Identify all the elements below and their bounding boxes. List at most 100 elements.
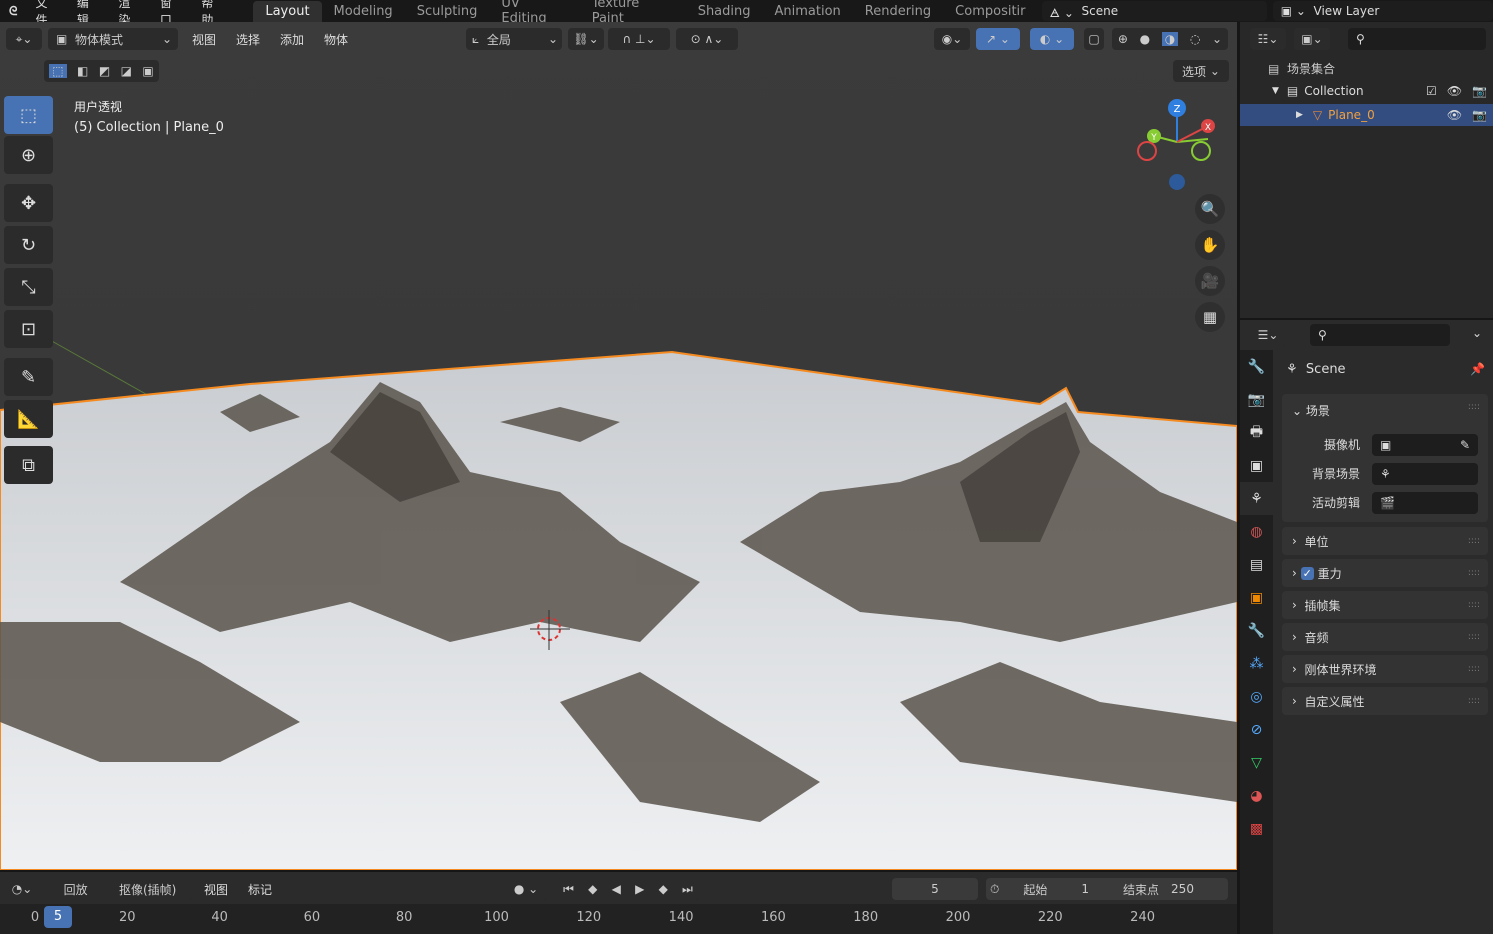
particles-tab-icon[interactable]: ⁂ (1240, 647, 1273, 680)
playhead[interactable]: 5 (44, 906, 72, 928)
render-tab-icon[interactable]: 📷 (1240, 383, 1273, 416)
filter-button[interactable]: ▣⌄ (1294, 28, 1330, 50)
stopwatch-icon[interactable]: ⏱ (990, 882, 999, 897)
jump-end-icon[interactable]: ⏭ (682, 882, 693, 897)
output-tab-icon[interactable]: 🖶 (1240, 416, 1273, 449)
material-preview-icon[interactable]: ◑ (1161, 32, 1179, 46)
pin-icon[interactable]: 📌 (1470, 362, 1485, 376)
panel-rigid-body-world[interactable]: › 刚体世界环境:::: (1282, 655, 1488, 683)
prev-keyframe-icon[interactable]: ◆ (588, 882, 597, 896)
current-frame-field[interactable]: 5 (892, 878, 978, 900)
active-clip-field[interactable]: 🎬 (1372, 492, 1478, 514)
tool-cursor[interactable]: ⊕ (4, 136, 53, 174)
drag-grip-icon[interactable]: :::: (1468, 536, 1480, 546)
overlay-toggle[interactable]: ◐ ⌄ (1030, 28, 1074, 50)
transform-orientation-dropdown[interactable]: ⟀ 全局 ⌄ (466, 28, 562, 50)
navigation-gizmo[interactable]: Z X Y (1132, 94, 1222, 194)
options-dropdown[interactable]: 选项 ⌄ (1173, 60, 1229, 82)
menu-object[interactable]: 物体 (324, 31, 348, 48)
panel-keying-sets[interactable]: › 插帧集:::: (1282, 591, 1488, 619)
tool-add-cube[interactable]: ⧉ (4, 446, 53, 484)
expand-arrow-icon[interactable]: ▶ (1296, 110, 1303, 120)
start-value[interactable]: 1 (1081, 882, 1089, 896)
outliner-search[interactable]: ⚲ (1348, 28, 1486, 50)
drag-grip-icon[interactable]: :::: (1468, 568, 1480, 578)
object-tab-icon[interactable]: ▣ (1240, 581, 1273, 614)
timeline-editor-type[interactable]: ◔⌄ (4, 878, 40, 900)
ortho-grid-icon[interactable]: ▦ (1195, 302, 1225, 332)
play-icon[interactable]: ▶ (635, 882, 644, 896)
tab-sculpting[interactable]: Sculpting (405, 1, 490, 22)
visibility-button[interactable]: ◉⌄ (934, 28, 970, 50)
end-value[interactable]: 250 (1171, 882, 1194, 896)
constraints-tab-icon[interactable]: ⊘ (1240, 713, 1273, 746)
select-new-icon[interactable]: ⬚ (49, 64, 67, 78)
tool-measure[interactable]: 📐 (4, 400, 53, 438)
next-keyframe-icon[interactable]: ◆ (659, 882, 668, 896)
jump-start-icon[interactable]: ⏮ (563, 882, 574, 897)
camera-render-icon[interactable]: 📷 (1472, 108, 1487, 122)
select-subtract-icon[interactable]: ◩ (99, 64, 110, 78)
3d-viewport[interactable]: ⌖⌄ ▣ 物体模式 ⌄ 视图 选择 添加 物体 ⟀ 全局 ⌄ ⛓⌄ ∩ ⊥⌄ ⊙ ∧… (0, 22, 1237, 870)
modifier-tab-icon[interactable]: 🔧 (1240, 614, 1273, 647)
select-intersect-icon[interactable]: ▣ (142, 64, 153, 78)
tab-modeling[interactable]: Modeling (322, 1, 405, 22)
properties-search[interactable]: ⚲ (1310, 324, 1450, 346)
wireframe-icon[interactable]: ⊕ (1118, 32, 1128, 46)
pan-hand-icon[interactable]: ✋ (1195, 230, 1225, 260)
pivot-button[interactable]: ⛓⌄ (568, 28, 604, 50)
proportional-edit-button[interactable]: ⊙ ∧⌄ (676, 28, 738, 50)
camera-view-icon[interactable]: 🎥 (1195, 266, 1225, 296)
tool-rotate[interactable]: ↻ (4, 226, 53, 264)
tab-layout[interactable]: Layout (253, 0, 322, 22)
selection-mode-buttons[interactable]: ⬚ ◧ ◩ ◪ ▣ (44, 60, 159, 82)
rendered-icon[interactable]: ◌ (1190, 32, 1200, 46)
material-tab-icon[interactable]: ◕ (1240, 779, 1273, 812)
texture-tab-icon[interactable]: ▩ (1240, 812, 1273, 845)
snap-button[interactable]: ∩ ⊥⌄ (608, 28, 670, 50)
select-invert-icon[interactable]: ◪ (121, 64, 132, 78)
tab-animation[interactable]: Animation (763, 1, 853, 22)
chevron-down-icon[interactable]: ⌄ (1212, 32, 1222, 46)
eye-icon[interactable]: 👁 (1447, 84, 1462, 98)
xray-toggle[interactable]: ▢ (1084, 28, 1104, 50)
panel-units[interactable]: › 单位:::: (1282, 527, 1488, 555)
play-reverse-icon[interactable]: ◀ (612, 882, 621, 896)
panel-custom-properties[interactable]: › 自定义属性:::: (1282, 687, 1488, 715)
tab-compositing[interactable]: Compositir (943, 1, 1037, 22)
eyedropper-icon[interactable]: ✎ (1460, 438, 1470, 452)
scene-collection-row[interactable]: ▤ 场景集合 (1268, 60, 1335, 77)
blender-logo-icon[interactable]: ᘓ (0, 4, 26, 19)
camera-field[interactable]: ▣ ✎ (1372, 434, 1478, 456)
tool-move[interactable]: ✥ (4, 184, 53, 222)
view-layer-selector[interactable]: ▣ ⌄ View Layer (1272, 1, 1493, 21)
checkbox-icon[interactable]: ☑ (1426, 84, 1437, 98)
view-layer-tab-icon[interactable]: ▣ (1240, 449, 1273, 482)
background-scene-field[interactable]: ⚘ (1372, 463, 1478, 485)
gizmo-toggle[interactable]: ↗ ⌄ (976, 28, 1020, 50)
display-mode-button[interactable]: ☷⌄ (1250, 28, 1286, 50)
camera-render-icon[interactable]: 📷 (1472, 84, 1487, 98)
collection-tab-icon[interactable]: ▤ (1240, 548, 1273, 581)
eye-icon[interactable]: 👁 (1447, 108, 1462, 122)
tab-shading[interactable]: Shading (686, 1, 763, 22)
menu-marker[interactable]: 标记 (248, 881, 272, 898)
gravity-checkbox[interactable]: ✓ (1300, 566, 1314, 580)
tool-select-box[interactable]: ⬚ (4, 96, 53, 134)
tool-scale[interactable]: ⤡ (4, 268, 53, 306)
shading-modes[interactable]: ⊕ ● ◑ ◌ ⌄ (1112, 28, 1228, 50)
tab-rendering[interactable]: Rendering (853, 1, 943, 22)
scene-panel-header[interactable]: ⌄ 场景 (1282, 394, 1488, 427)
select-extend-icon[interactable]: ◧ (77, 64, 88, 78)
data-tab-icon[interactable]: ▽ (1240, 746, 1273, 779)
menu-add[interactable]: 添加 (280, 31, 304, 48)
start-label[interactable]: 起始 (1023, 881, 1047, 898)
solid-icon[interactable]: ● (1140, 32, 1150, 46)
menu-view[interactable]: 视图 (204, 881, 228, 898)
timeline-ruler[interactable]: 240 220 200 180 160 140 120 100 80 60 40 20 0 5 (0, 904, 1237, 934)
plane-row[interactable]: ▶ ▽ Plane_0 👁 📷 (1240, 104, 1493, 126)
expand-arrow-icon[interactable]: ▼ (1272, 86, 1279, 96)
menu-view[interactable]: 视图 (192, 31, 216, 48)
properties-editor-type[interactable]: ☰⌄ (1250, 324, 1286, 346)
panel-audio[interactable]: › 音频:::: (1282, 623, 1488, 651)
